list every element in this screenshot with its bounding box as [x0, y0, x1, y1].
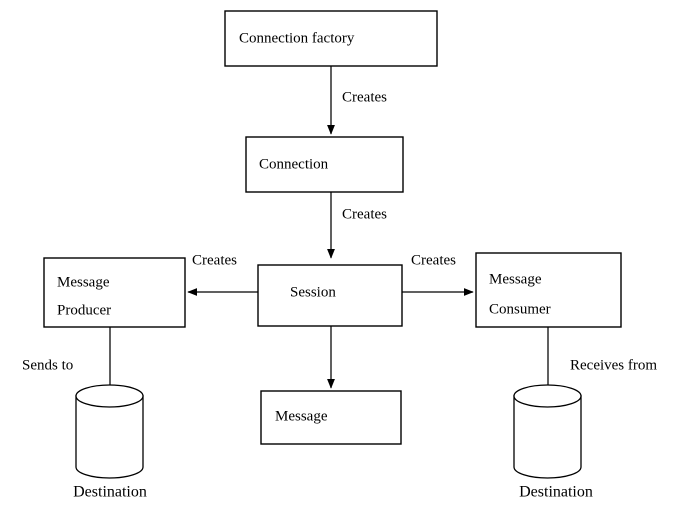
- edge-label-connection-to-session: Creates: [342, 206, 387, 222]
- node-label-connection-factory: Connection factory: [239, 30, 355, 46]
- diagram-canvas: Creates Creates Creates Creates Sends to: [22, 10, 657, 501]
- edge-producer-to-destination: Sends to: [22, 327, 114, 395]
- node-connection-factory[interactable]: Connection factory: [224, 10, 438, 67]
- jms-architecture-diagram: Creates Creates Creates Creates Sends to: [0, 0, 699, 513]
- node-message-consumer[interactable]: Message Consumer: [475, 252, 622, 328]
- node-label-connection: Connection: [259, 156, 329, 172]
- edge-label-consumer-to-destination: Receives from: [570, 357, 657, 373]
- edge-label-session-to-consumer: Creates: [411, 252, 456, 268]
- node-label-message-consumer-line1: Message: [489, 271, 542, 287]
- node-label-message: Message: [275, 408, 328, 424]
- node-destination-left[interactable]: Destination: [73, 384, 147, 501]
- edge-label-producer-to-destination: Sends to: [22, 357, 73, 373]
- node-message-producer[interactable]: Message Producer: [43, 257, 186, 328]
- node-connection[interactable]: Connection: [245, 136, 404, 193]
- edge-session-to-consumer: Creates: [402, 252, 474, 296]
- node-session[interactable]: Session: [257, 264, 403, 327]
- edge-connection-to-session: Creates: [327, 192, 387, 259]
- node-label-session: Session: [290, 284, 336, 300]
- node-message[interactable]: Message: [260, 390, 402, 445]
- cylinder-top-destination-left: [75, 384, 144, 408]
- cylinder-body-destination-right[interactable]: [513, 395, 582, 479]
- cylinder-body-destination-left[interactable]: [75, 395, 144, 479]
- node-label-message-consumer-line2: Consumer: [489, 301, 551, 317]
- edge-label-session-to-producer: Creates: [192, 252, 237, 268]
- edge-factory-to-connection: Creates: [327, 66, 387, 135]
- node-destination-right[interactable]: Destination: [513, 384, 593, 501]
- cylinder-top-destination-right: [513, 384, 582, 408]
- node-label-destination-right: Destination: [519, 484, 593, 501]
- edge-consumer-to-destination: Receives from: [544, 327, 657, 395]
- edge-label-factory-to-connection: Creates: [342, 89, 387, 105]
- node-label-message-producer-line1: Message: [57, 274, 110, 290]
- edge-session-to-producer: Creates: [187, 252, 258, 296]
- node-label-message-producer-line2: Producer: [57, 302, 111, 318]
- node-label-destination-left: Destination: [73, 484, 147, 501]
